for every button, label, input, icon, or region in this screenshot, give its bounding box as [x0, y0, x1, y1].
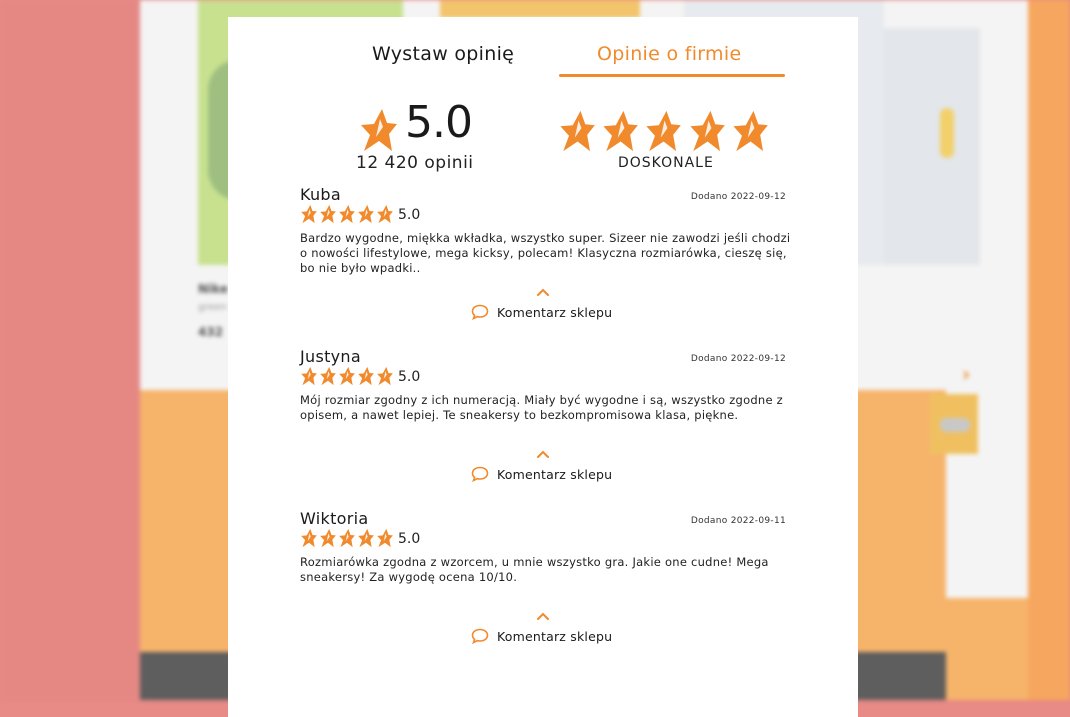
review-date: Dodano 2022-09-12 [690, 354, 786, 364]
chevron-up-icon[interactable] [536, 449, 550, 458]
tab-bar: Wystaw opinię Opinie o firmie [228, 17, 858, 87]
review-text: Bardzo wygodne, miękka wkładka, wszystko… [300, 231, 791, 275]
review-stars [300, 528, 394, 548]
bg-right-panel [1028, 0, 1070, 700]
chevron-up-icon[interactable] [536, 287, 550, 296]
review-count: 12 420 opinii [356, 153, 474, 173]
star-icon [358, 204, 374, 224]
reviews-modal: Wystaw opinię Opinie o firmie 5.0 12 420… [228, 17, 858, 717]
shop-comment-label: Komentarz sklepu [497, 304, 613, 320]
star-icon [377, 528, 393, 548]
bg-product-card [884, 28, 980, 265]
star-icon [377, 366, 393, 386]
tab-write-review[interactable]: Wystaw opinię [372, 43, 514, 65]
review-score: 5.0 [398, 369, 421, 385]
star-icon [358, 366, 374, 386]
shop-comment-label: Komentarz sklepu [497, 466, 613, 482]
review-score: 5.0 [398, 207, 421, 223]
bg-product-card [440, 0, 640, 18]
star-icon [361, 109, 397, 151]
average-score: 5.0 [405, 97, 473, 148]
star-icon [339, 204, 355, 224]
star-icon [733, 110, 768, 152]
star-icon [301, 528, 317, 548]
shop-comment-toggle[interactable]: Komentarz sklepu [471, 304, 612, 320]
bg-left-panel [0, 0, 140, 700]
comment-bubble-icon [471, 628, 489, 644]
active-tab-indicator [559, 74, 785, 77]
review-stars [300, 204, 394, 224]
bg-chevron-right-icon: › [962, 362, 971, 386]
star-icon [603, 110, 639, 152]
chevron-up-icon[interactable] [536, 611, 550, 620]
star-icon [320, 204, 336, 224]
review-stars [300, 366, 394, 386]
star-icon [689, 110, 725, 152]
star-icon [646, 110, 682, 152]
star-icon [358, 528, 374, 548]
review-item: Justyna Dodano 2022-09-12 5.0 Mój rozmia… [228, 339, 858, 501]
reviewer-name: Wiktoria [300, 509, 369, 528]
bg-product-price: 432 [198, 325, 224, 339]
star-icon [339, 366, 355, 386]
star-icon [377, 204, 393, 224]
tab-company-reviews[interactable]: Opinie o firmie [597, 43, 741, 65]
bg-product-name: Nike [198, 282, 228, 296]
bg-product-subtitle: green [198, 302, 227, 313]
comment-bubble-icon [471, 466, 489, 482]
review-item: Wiktoria Dodano 2022-09-11 5.0 Rozmiarów… [228, 501, 858, 663]
review-score: 5.0 [398, 531, 421, 547]
rating-summary: 5.0 12 420 opinii DOSKONALE [228, 87, 858, 177]
star-icon [320, 528, 336, 548]
review-item: Kuba Dodano 2022-09-12 5.0 Bardzo wygodn… [228, 177, 858, 339]
bg-side-orange [946, 598, 1028, 700]
rating-verdict: DOSKONALE [618, 155, 714, 171]
star-icon [560, 110, 595, 152]
shop-comment-toggle[interactable]: Komentarz sklepu [471, 466, 612, 482]
bg-thumbnail [930, 394, 978, 454]
comment-bubble-icon [471, 304, 489, 320]
star-icon [320, 366, 336, 386]
star-icon [301, 204, 317, 224]
reviewer-name: Justyna [300, 347, 361, 366]
reviewer-name: Kuba [300, 185, 341, 204]
review-date: Dodano 2022-09-11 [690, 516, 786, 526]
review-date: Dodano 2022-09-12 [690, 192, 786, 202]
shop-comment-toggle[interactable]: Komentarz sklepu [471, 628, 612, 644]
summary-stars [559, 109, 769, 153]
star-icon [301, 366, 317, 386]
star-icon [339, 528, 355, 548]
review-text: Mój rozmiar zgodny z ich numeracją. Miał… [300, 393, 783, 422]
shop-comment-label: Komentarz sklepu [497, 628, 613, 644]
review-text: Rozmiarówka zgodna z wzorcem, u mnie wsz… [300, 555, 769, 584]
